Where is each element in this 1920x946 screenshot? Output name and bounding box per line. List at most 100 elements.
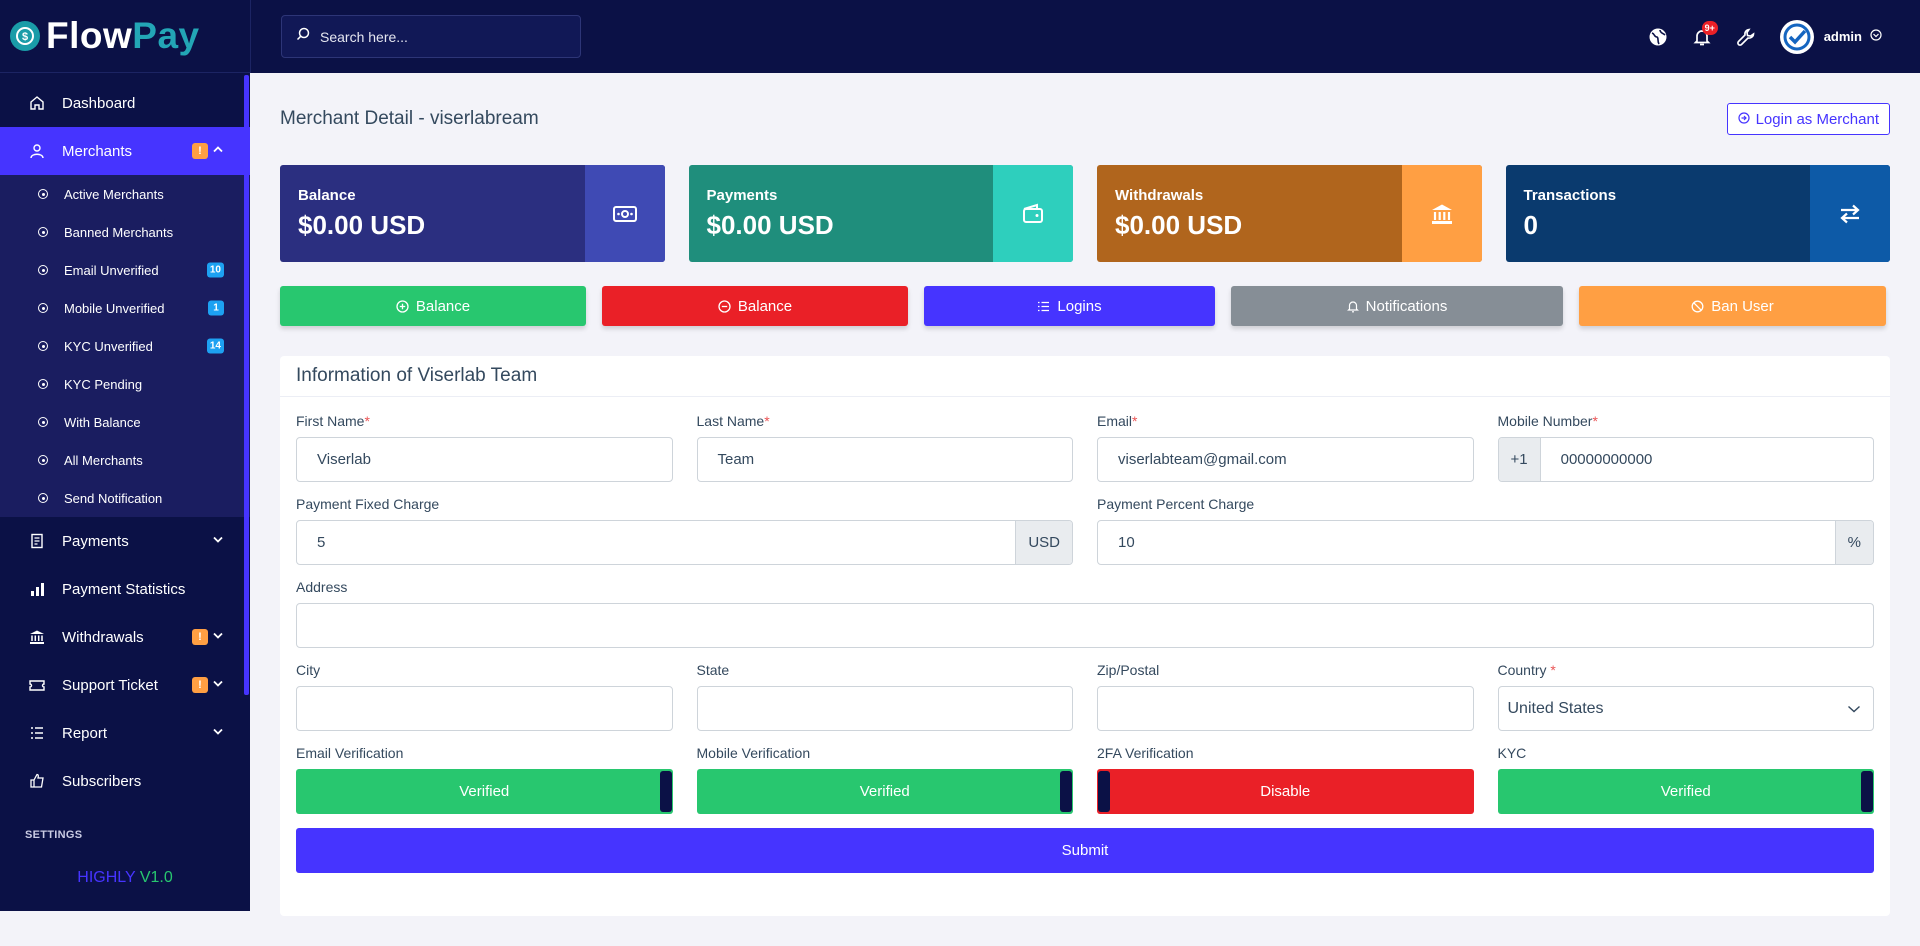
email-field[interactable]: viserlabteam@gmail.com bbox=[1097, 437, 1474, 482]
add-balance-label: Balance bbox=[415, 297, 471, 315]
ticket-icon bbox=[28, 676, 46, 694]
stat-value: 0 bbox=[1523, 210, 1538, 240]
chevron-down-icon bbox=[1847, 704, 1873, 714]
login-as-merchant-button[interactable]: Login as Merchant bbox=[1726, 103, 1890, 135]
sidebar-item-support-ticket[interactable]: Support Ticket ! bbox=[0, 661, 250, 709]
user-icon bbox=[28, 142, 46, 160]
zip-field[interactable] bbox=[1097, 686, 1474, 731]
wrench-icon[interactable] bbox=[1724, 15, 1768, 59]
percent-charge-field[interactable]: 10% bbox=[1097, 520, 1874, 565]
submenu-label: Email Unverified bbox=[64, 262, 159, 278]
stat-withdrawals[interactable]: Withdrawals $0.00 USD bbox=[1097, 165, 1482, 262]
submenu-kyc-unverified[interactable]: KYC Unverified 14 bbox=[0, 327, 250, 365]
mobile-code: +1 bbox=[1498, 438, 1541, 481]
search-box[interactable] bbox=[281, 15, 581, 58]
fixed-charge-field[interactable]: 5 USD bbox=[296, 520, 1073, 565]
subtract-balance-button[interactable]: Balance bbox=[602, 286, 908, 326]
circle-dot-icon bbox=[38, 455, 48, 465]
email-verification-label: Email Verification bbox=[296, 745, 404, 761]
circle-dot-icon bbox=[38, 265, 48, 275]
list-icon bbox=[28, 724, 46, 742]
country-select[interactable]: United States bbox=[1497, 686, 1874, 731]
ban-user-button[interactable]: Ban User bbox=[1579, 286, 1886, 326]
state-field[interactable] bbox=[696, 686, 1073, 731]
ban-icon bbox=[1691, 300, 1704, 313]
email-label: Email* bbox=[1097, 413, 1138, 429]
sidebar-item-payments[interactable]: Payments bbox=[0, 517, 250, 565]
submenu-label: Mobile Unverified bbox=[64, 300, 165, 316]
percent-unit: % bbox=[1834, 521, 1873, 564]
notification-bell-icon[interactable]: 9+ bbox=[1680, 15, 1724, 59]
add-balance-button[interactable]: Balance bbox=[280, 286, 586, 326]
first-name-field[interactable]: Viserlab bbox=[296, 437, 673, 482]
submenu-all-merchants[interactable]: All Merchants bbox=[0, 441, 250, 479]
brand-name-part1: Flow bbox=[46, 15, 133, 56]
receipt-icon bbox=[28, 532, 46, 550]
country-label: Country * bbox=[1497, 662, 1556, 678]
chevron-down-icon bbox=[212, 725, 224, 742]
sidebar-item-label: Dashboard bbox=[62, 94, 136, 112]
last-name-field[interactable]: Team bbox=[696, 437, 1073, 482]
wallet-icon bbox=[993, 165, 1073, 262]
brand-logo[interactable]: $ FlowPay bbox=[0, 0, 250, 73]
toggle-knob bbox=[1098, 771, 1110, 812]
twofa-toggle[interactable]: Disable bbox=[1097, 769, 1474, 814]
sidebar-item-label: Withdrawals bbox=[62, 628, 144, 646]
circle-dot-icon bbox=[38, 227, 48, 237]
fixed-charge-label: Payment Fixed Charge bbox=[296, 496, 440, 512]
sidebar-item-withdrawals[interactable]: Withdrawals ! bbox=[0, 613, 250, 661]
email-value: viserlabteam@gmail.com bbox=[1118, 451, 1287, 468]
sidebar-item-dashboard[interactable]: Dashboard bbox=[0, 79, 250, 127]
submenu-kyc-pending[interactable]: KYC Pending bbox=[0, 365, 250, 403]
address-field[interactable] bbox=[296, 603, 1874, 648]
sidebar-item-report[interactable]: Report bbox=[0, 709, 250, 757]
sidebar-item-merchants[interactable]: Merchants ! bbox=[0, 127, 250, 175]
chevron-down-icon bbox=[212, 629, 224, 646]
circle-dot-icon bbox=[38, 493, 48, 503]
sidebar-item-payment-statistics[interactable]: Payment Statistics bbox=[0, 565, 250, 613]
notifications-button[interactable]: Notifications bbox=[1231, 286, 1563, 326]
merchant-info-card: Information of Viserlab Team First Name*… bbox=[280, 356, 1890, 916]
submenu-banned-merchants[interactable]: Banned Merchants bbox=[0, 213, 250, 251]
chevron-up-icon bbox=[212, 143, 224, 160]
address-label: Address bbox=[296, 579, 348, 595]
submenu-send-notification[interactable]: Send Notification bbox=[0, 479, 250, 517]
stat-label: Transactions bbox=[1523, 187, 1617, 204]
sidebar-item-subscribers[interactable]: Subscribers bbox=[0, 757, 250, 805]
email-verification-toggle[interactable]: Verified bbox=[296, 769, 673, 814]
stat-transactions[interactable]: Transactions 0 bbox=[1505, 165, 1890, 262]
last-name-value: Team bbox=[717, 451, 755, 468]
submenu-with-balance[interactable]: With Balance bbox=[0, 403, 250, 441]
percent-charge-label: Payment Percent Charge bbox=[1097, 496, 1255, 512]
settings-section-title: SETTINGS bbox=[25, 829, 83, 841]
stat-label: Payments bbox=[706, 187, 778, 204]
percent-charge-value: 10 bbox=[1118, 534, 1135, 551]
mobile-field[interactable]: +1 00000000000 bbox=[1497, 437, 1874, 482]
mobile-verification-toggle[interactable]: Verified bbox=[696, 769, 1073, 814]
submit-button[interactable]: Submit bbox=[296, 828, 1874, 873]
fixed-charge-value: 5 bbox=[317, 534, 326, 551]
chevron-down-icon bbox=[212, 533, 224, 550]
mobile-label: Mobile Number* bbox=[1497, 413, 1598, 429]
submenu-mobile-unverified[interactable]: Mobile Unverified 1 bbox=[0, 289, 250, 327]
money-icon bbox=[584, 165, 665, 262]
user-menu[interactable]: admin bbox=[1779, 19, 1882, 54]
fixed-charge-unit: USD bbox=[1015, 521, 1072, 564]
globe-icon[interactable] bbox=[1636, 15, 1680, 59]
stat-payments[interactable]: Payments $0.00 USD bbox=[688, 165, 1073, 262]
circle-dot-icon bbox=[38, 379, 48, 389]
city-field[interactable] bbox=[296, 686, 673, 731]
submenu-email-unverified[interactable]: Email Unverified 10 bbox=[0, 251, 250, 289]
logins-button[interactable]: Logins bbox=[924, 286, 1215, 326]
country-value: United States bbox=[1507, 699, 1604, 717]
toggle-label: Verified bbox=[859, 783, 910, 800]
stat-value: $0.00 USD bbox=[706, 210, 834, 240]
submenu-active-merchants[interactable]: Active Merchants bbox=[0, 175, 250, 213]
toggle-knob bbox=[1861, 771, 1873, 812]
stat-balance[interactable]: Balance $0.00 USD bbox=[280, 165, 665, 262]
search-input[interactable] bbox=[320, 28, 560, 45]
kyc-toggle[interactable]: Verified bbox=[1497, 769, 1874, 814]
stat-value: $0.00 USD bbox=[1115, 210, 1243, 240]
submenu-label: Send Notification bbox=[64, 490, 163, 506]
state-label: State bbox=[696, 662, 730, 678]
